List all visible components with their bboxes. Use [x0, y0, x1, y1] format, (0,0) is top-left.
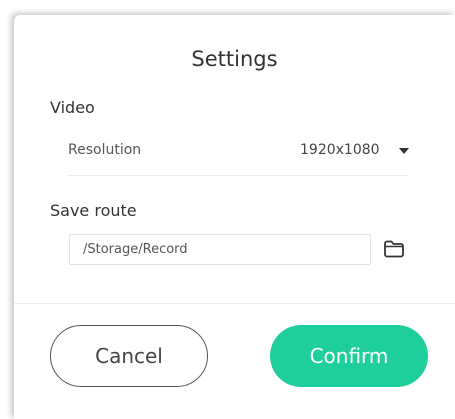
folder-icon[interactable]: [383, 239, 405, 259]
save-route-section-label: Save route: [50, 201, 137, 220]
resolution-value: 1920x1080: [300, 142, 380, 158]
save-path-input[interactable]: [69, 234, 371, 265]
resolution-label: Resolution: [68, 142, 142, 158]
video-section-label: Video: [50, 98, 95, 117]
dialog-title: Settings: [191, 47, 278, 71]
confirm-button[interactable]: Confirm: [270, 325, 428, 387]
settings-dialog: Settings Video Resolution 1920x1080 Save…: [14, 15, 455, 419]
resolution-dropdown[interactable]: Resolution 1920x1080: [68, 137, 409, 176]
footer-divider: [14, 303, 455, 304]
cancel-button[interactable]: Cancel: [50, 325, 208, 387]
chevron-down-icon[interactable]: [399, 148, 409, 154]
